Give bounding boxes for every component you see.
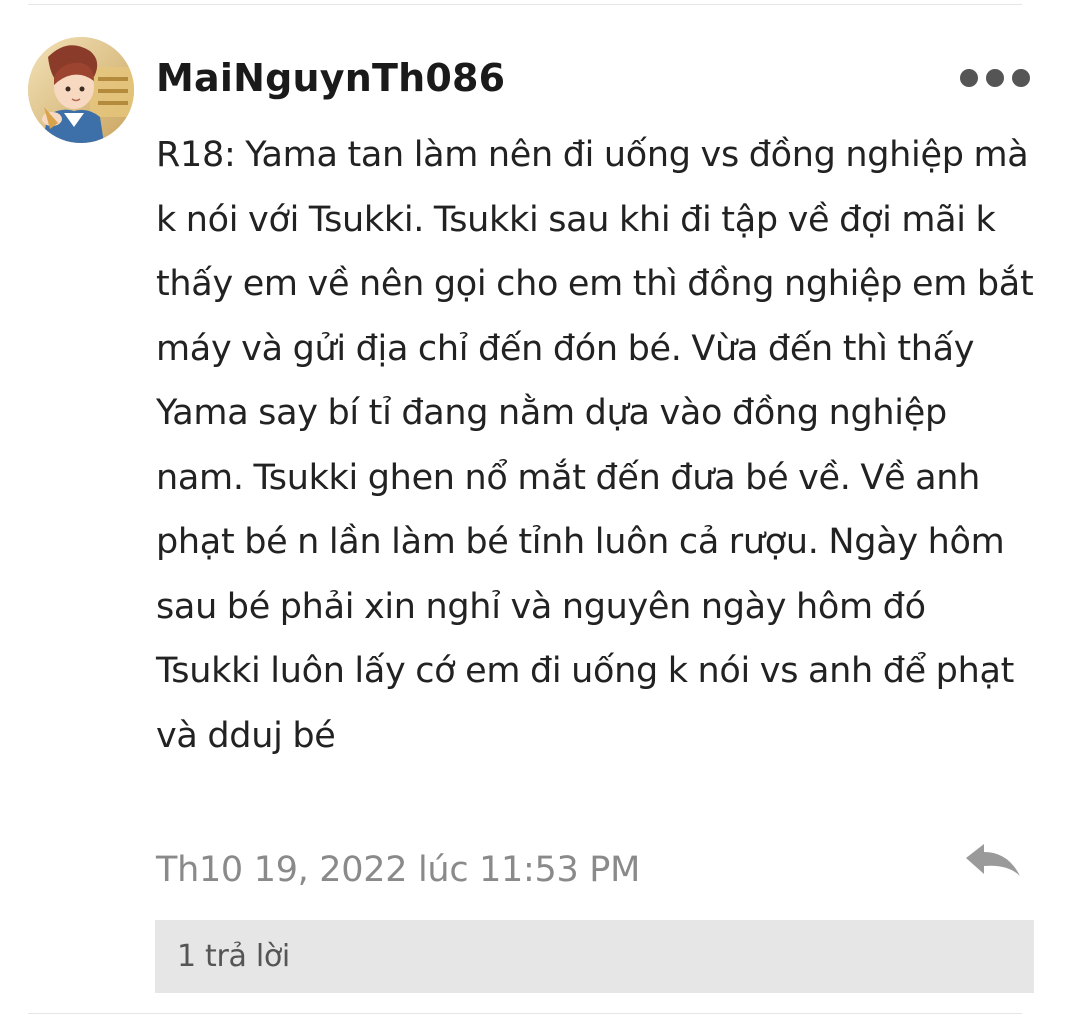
reply-button[interactable]	[962, 840, 1024, 882]
more-options-icon-dot	[1012, 69, 1030, 87]
bottom-divider	[28, 1013, 1022, 1014]
replies-count-label: 1 trả lời	[177, 939, 290, 974]
view-replies-button[interactable]: 1 trả lời	[155, 920, 1034, 993]
anime-avatar-icon	[28, 37, 134, 143]
top-divider	[28, 4, 1022, 5]
more-options-icon	[960, 69, 978, 87]
more-options-icon-dot	[986, 69, 1004, 87]
comment-username[interactable]: MaiNguynTh086	[156, 52, 505, 104]
comment-timestamp: Th10 19, 2022 lúc 11:53 PM	[156, 850, 640, 890]
user-avatar[interactable]	[28, 37, 134, 143]
more-options-button[interactable]	[960, 64, 1030, 92]
comment-body: R18: Yama tan làm nên đi uống vs đồng ng…	[156, 135, 1034, 756]
reply-arrow-icon	[966, 844, 1020, 876]
